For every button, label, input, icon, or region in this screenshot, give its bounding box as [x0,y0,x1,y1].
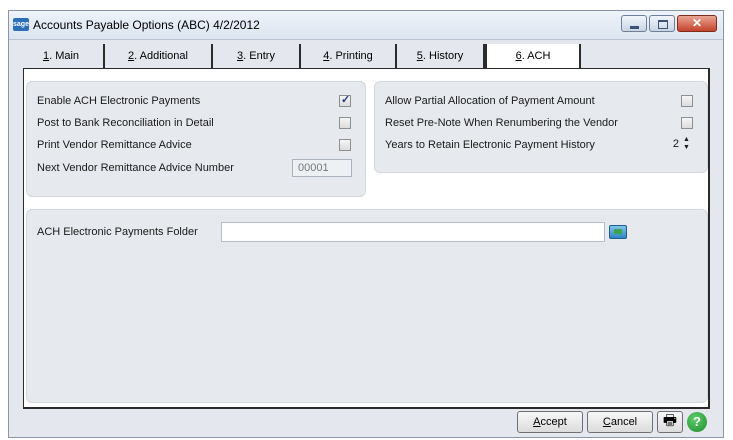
cancel-button[interactable]: Cancel [587,411,653,433]
tab-main[interactable]: 1. Main [19,44,105,68]
enable-ach-checkbox[interactable] [339,93,351,107]
maximize-button[interactable] [649,15,675,32]
ach-folder-label: ACH Electronic Payments Folder [37,226,198,238]
payment-options-group: Allow Partial Allocation of Payment Amou… [374,81,708,173]
years-retain-label: Years to Retain Electronic Payment Histo… [385,139,595,151]
print-remittance-checkbox[interactable] [339,139,351,151]
spin-arrows-icon[interactable]: ▲ ▼ [683,136,690,152]
years-retain-value: 2 [672,138,679,150]
ach-options-group: Enable ACH Electronic Payments Post to B… [26,81,366,197]
accept-button[interactable]: Accept [517,411,583,433]
minimize-button[interactable] [621,15,647,32]
post-bank-rec-label: Post to Bank Reconciliation in Detail [37,117,214,129]
sage-logo-icon: sage [13,18,29,31]
partial-allocation-checkbox[interactable] [681,95,693,107]
years-retain-stepper[interactable]: 2 ▲ ▼ [665,136,695,154]
tab-history[interactable]: 5. History [397,44,485,68]
close-button[interactable]: ✕ [677,15,717,32]
ach-folder-input[interactable] [221,222,605,242]
folder-group: ACH Electronic Payments Folder [26,209,708,403]
reset-prenote-checkbox[interactable] [681,117,693,129]
help-icon[interactable]: ? [687,412,707,432]
next-remittance-field[interactable]: 00001 [292,159,352,177]
printer-icon[interactable]: 🖶 [657,411,683,433]
print-remittance-label: Print Vendor Remittance Advice [37,139,192,151]
window-title: Accounts Payable Options (ABC) 4/2/2012 [33,18,260,32]
reset-prenote-label: Reset Pre-Note When Renumbering the Vend… [385,117,618,129]
ach-tab-panel: Enable ACH Electronic Payments Post to B… [23,69,710,409]
partial-allocation-label: Allow Partial Allocation of Payment Amou… [385,95,595,107]
tab-printing[interactable]: 4. Printing [301,44,397,68]
post-bank-rec-checkbox[interactable] [339,117,351,129]
close-icon: ✕ [691,16,703,30]
window-controls: ✕ [621,15,717,32]
tab-additional[interactable]: 2. Additional [105,44,213,68]
browse-folder-icon[interactable] [609,225,627,239]
tab-ach[interactable]: 6. ACH [485,44,581,68]
title-bar: sage Accounts Payable Options (ABC) 4/2/… [9,11,723,40]
tab-entry[interactable]: 3. Entry [213,44,301,68]
options-window: sage Accounts Payable Options (ABC) 4/2/… [8,10,724,438]
next-remittance-label: Next Vendor Remittance Advice Number [37,162,234,174]
enable-ach-label: Enable ACH Electronic Payments [37,95,201,107]
button-bar: Accept Cancel 🖶 ? [9,407,723,437]
